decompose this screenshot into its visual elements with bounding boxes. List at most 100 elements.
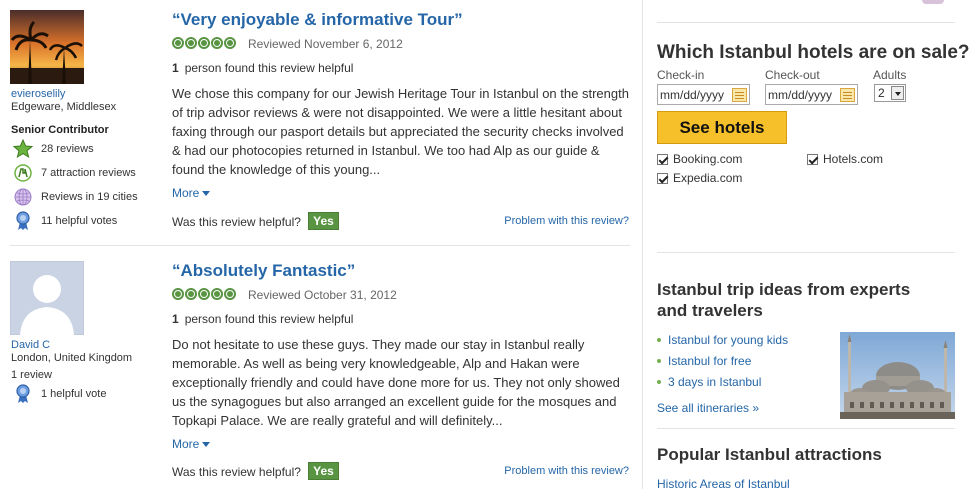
more-label: More	[172, 437, 200, 451]
trip-item-label: 3 days in Istanbul	[668, 375, 762, 389]
review-card: David C London, United Kingdom 1 review …	[10, 261, 630, 489]
trip-ideas-title: Istanbul trip ideas from experts and tra…	[657, 280, 911, 320]
adults-select[interactable]: 2	[874, 84, 906, 102]
checkout-input[interactable]: mm/dd/yyyy	[765, 84, 858, 105]
review-body: Do not hesitate to use these guys. They …	[172, 337, 620, 428]
problem-link[interactable]: Problem with this review?	[504, 465, 629, 477]
adults-value: 2	[878, 86, 885, 100]
badge-text: 1 helpful vote	[41, 388, 107, 400]
popular-attractions-title: Popular Istanbul attractions	[657, 445, 882, 464]
helpful-ribbon-icon	[13, 211, 33, 231]
badge-cities[interactable]: Reviews in 19 cities	[13, 187, 138, 207]
provider-label: Booking.com	[673, 152, 743, 166]
star-icon	[13, 139, 33, 159]
see-hotels-button[interactable]: See hotels	[657, 111, 787, 144]
was-helpful-label: Was this review helpful?	[172, 215, 301, 229]
badge-attraction-reviews[interactable]: 7 attraction reviews	[13, 163, 136, 183]
avatar[interactable]	[10, 10, 84, 84]
contributor-level: Senior Contributor	[11, 124, 109, 136]
badge-text: 7 attraction reviews	[41, 167, 136, 179]
review-count: 1 review	[11, 369, 52, 381]
checkin-value: mm/dd/yyyy	[660, 87, 725, 102]
rating-bubble-icon	[224, 37, 236, 49]
provider-label: Expedia.com	[673, 171, 743, 185]
rating-bubble-icon	[172, 288, 184, 300]
trip-item-label: Istanbul for free	[668, 354, 752, 368]
rating-bubble-icon	[172, 37, 184, 49]
rating-bubble-icon	[211, 37, 223, 49]
user-location: London, United Kingdom	[11, 352, 133, 364]
rating-bubbles	[172, 37, 237, 49]
review-title-link[interactable]: “Absolutely Fantastic”	[172, 261, 355, 281]
helpful-text: person found this review helpful	[184, 61, 354, 75]
calendar-icon[interactable]	[732, 88, 747, 102]
column-divider	[642, 0, 643, 489]
divider	[657, 252, 955, 253]
checkout-value: mm/dd/yyyy	[768, 87, 833, 102]
trip-item-label: Istanbul for young kids	[668, 333, 789, 347]
rating-bubble-icon	[211, 288, 223, 300]
see-all-itineraries-link[interactable]: See all itineraries »	[657, 401, 759, 415]
username-link[interactable]: David C	[11, 339, 50, 351]
review-date: Reviewed November 6, 2012	[248, 37, 403, 51]
trip-item-young-kids[interactable]: Istanbul for young kids	[657, 333, 788, 347]
provider-label: Hotels.com	[823, 152, 884, 166]
avatar[interactable]	[10, 261, 84, 335]
rating-bubbles	[172, 288, 237, 300]
helpful-count: 1	[172, 61, 179, 75]
rating-bubble-icon	[185, 37, 197, 49]
provider-hotels-checkbox[interactable]: Hotels.com	[807, 152, 883, 166]
checkbox-checked-icon[interactable]	[807, 153, 818, 165]
dropdown-arrow-icon	[891, 86, 904, 100]
trip-item-3-days[interactable]: 3 days in Istanbul	[657, 375, 761, 389]
checkbox-checked-icon[interactable]	[657, 153, 668, 165]
badge-helpful-votes[interactable]: 11 helpful votes	[13, 211, 117, 231]
rating-bubble-icon	[224, 288, 236, 300]
bullet-icon	[657, 359, 661, 363]
review-date: Reviewed October 31, 2012	[248, 288, 397, 302]
mosque-photo[interactable]	[840, 332, 955, 419]
checkin-input[interactable]: mm/dd/yyyy	[657, 84, 750, 105]
attraction-icon	[13, 163, 33, 183]
divider	[657, 22, 955, 23]
more-link[interactable]: More	[172, 437, 211, 451]
more-label: More	[172, 186, 200, 200]
globe-icon	[13, 187, 33, 207]
review-card: evieroselily Edgeware, Middlesex Senior …	[10, 10, 630, 246]
calendar-icon[interactable]	[840, 88, 855, 102]
yes-button[interactable]: Yes	[308, 462, 339, 480]
username-link[interactable]: evieroselily	[11, 88, 65, 100]
helpful-text: person found this review helpful	[184, 312, 354, 326]
badge-text: Reviews in 19 cities	[41, 191, 138, 203]
was-helpful-label: Was this review helpful?	[172, 465, 301, 479]
more-link[interactable]: More	[172, 186, 211, 200]
corner-decoration	[922, 0, 944, 4]
bullet-icon	[657, 380, 661, 384]
rating-bubble-icon	[198, 288, 210, 300]
checkout-label: Check-out	[765, 68, 820, 82]
provider-expedia-checkbox[interactable]: Expedia.com	[657, 171, 742, 185]
badge-text: 11 helpful votes	[41, 215, 118, 227]
checkbox-checked-icon[interactable]	[657, 172, 668, 184]
bullet-icon	[657, 338, 661, 342]
rating-bubble-icon	[185, 288, 197, 300]
adults-label: Adults	[873, 68, 907, 82]
helpful-note: 1 person found this review helpful	[172, 61, 353, 75]
helpful-note: 1 person found this review helpful	[172, 312, 353, 326]
review-body: We chose this company for our Jewish Her…	[172, 86, 629, 177]
review-title-link[interactable]: “Very enjoyable & informative Tour”	[172, 10, 463, 30]
problem-link[interactable]: Problem with this review?	[504, 215, 629, 227]
badge-reviews[interactable]: 28 reviews	[13, 139, 94, 159]
yes-button[interactable]: Yes	[308, 212, 339, 230]
helpful-ribbon-icon	[13, 384, 33, 404]
user-location: Edgeware, Middlesex	[11, 101, 117, 113]
divider	[657, 428, 955, 429]
checkin-label: Check-in	[657, 68, 705, 82]
provider-booking-checkbox[interactable]: Booking.com	[657, 152, 742, 166]
badge-text: 28 reviews	[41, 143, 94, 155]
caret-down-icon	[202, 442, 211, 448]
trip-item-free[interactable]: Istanbul for free	[657, 354, 751, 368]
caret-down-icon	[202, 191, 211, 197]
badge-helpful-votes[interactable]: 1 helpful vote	[13, 384, 106, 404]
hotels-sale-title: Which Istanbul hotels are on sale?	[657, 42, 970, 63]
